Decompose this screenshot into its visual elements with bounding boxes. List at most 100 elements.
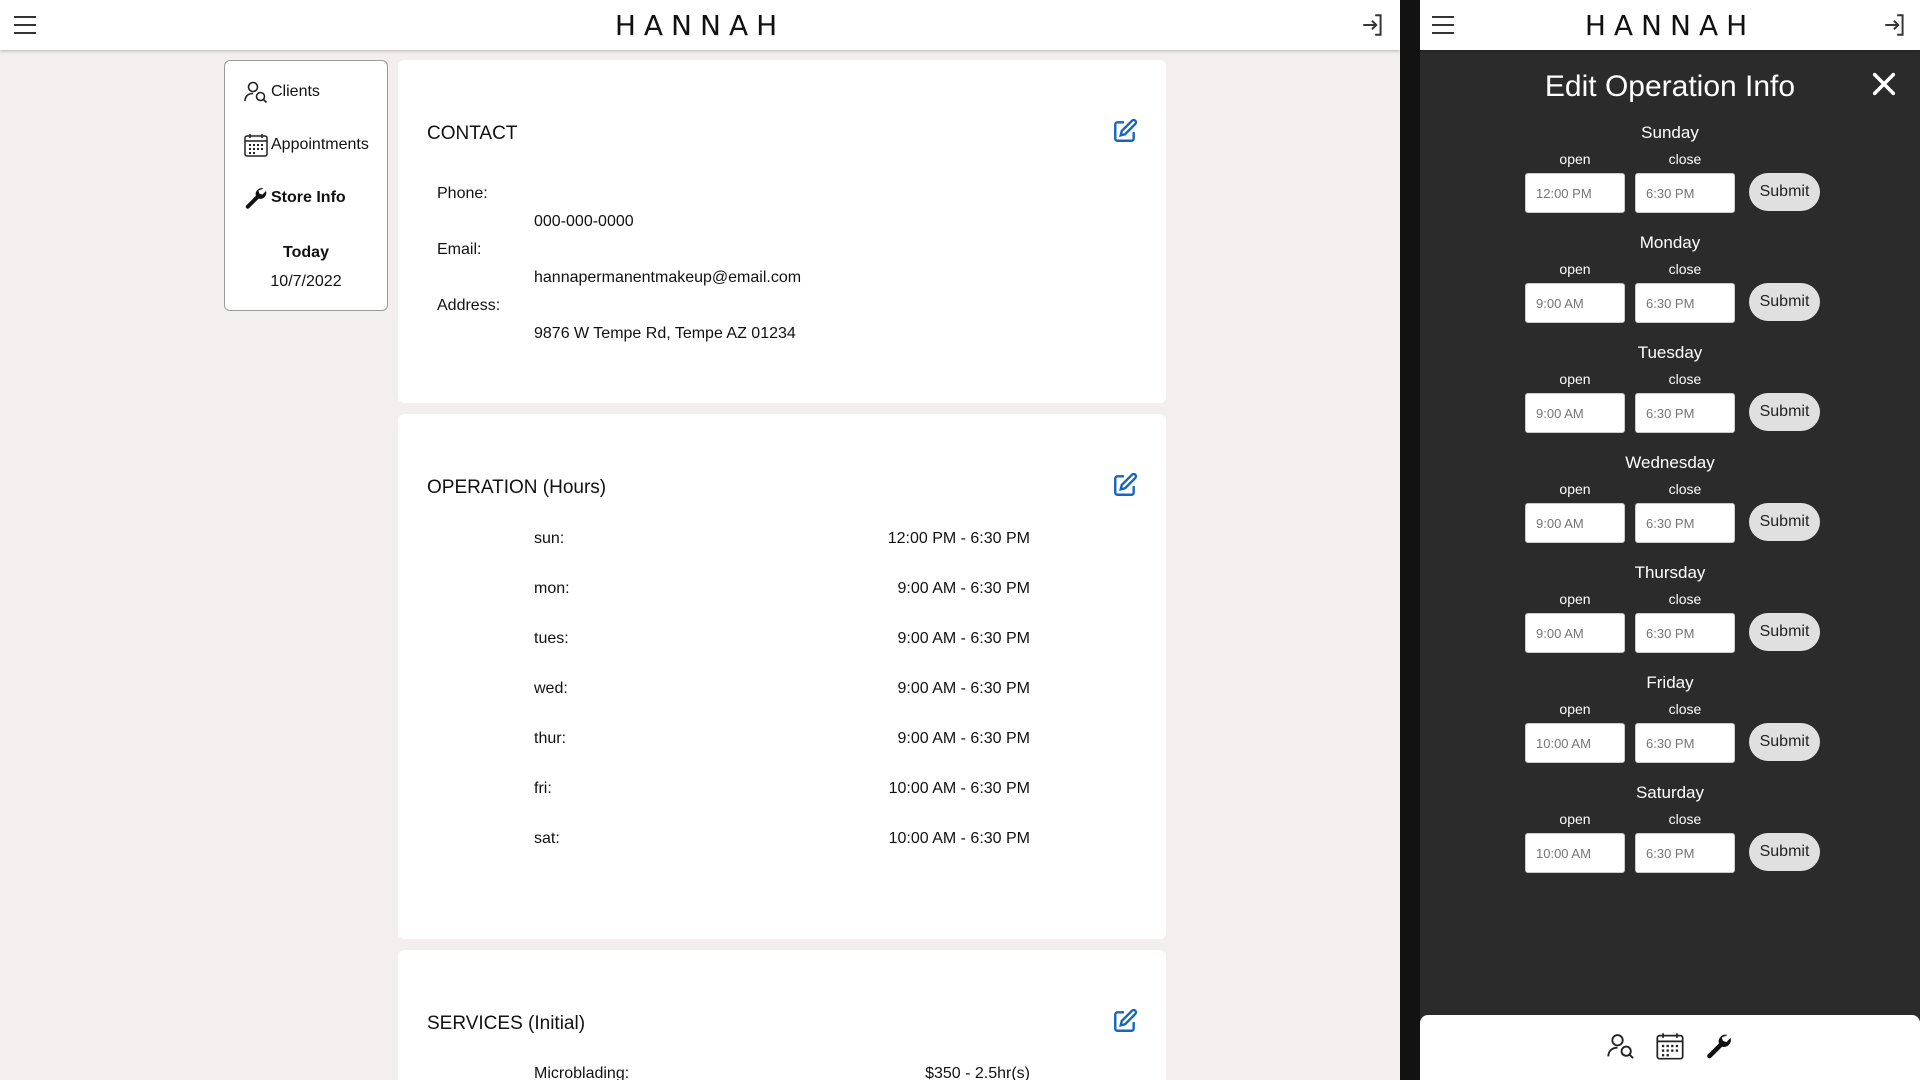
today-label: Today [283,244,329,261]
day-row-tuesday: Tuesday open close Submit [1420,343,1920,453]
sidebar-item-label: Store Info [271,189,346,206]
open-time-input[interactable] [1525,723,1625,763]
email-label: Email: [437,241,482,258]
sidebar-item-clients[interactable]: Clients [243,79,320,105]
submit-button[interactable]: Submit [1749,723,1820,761]
top-app-bar: HANNAH [0,0,1400,50]
close-time-input[interactable] [1635,393,1735,433]
edit-icon[interactable] [1112,472,1138,498]
window-divider [1400,0,1420,1080]
hours-day: tues: [534,630,569,647]
day-name: Saturday [1635,783,1705,802]
close-label: close [1668,591,1702,607]
sidebar-item-appointments[interactable]: Appointments [243,132,369,158]
client-search-icon[interactable] [1606,1031,1636,1061]
day-row-wednesday: Wednesday open close Submit [1420,453,1920,563]
close-label: close [1668,261,1702,277]
sidebar-nav: Clients Appointments Store Info Today 10… [224,60,388,311]
hours-day: wed: [534,680,568,697]
services-title: SERVICES (Initial) [427,1013,586,1034]
close-time-input[interactable] [1635,503,1735,543]
close-time-input[interactable] [1635,613,1735,653]
edit-icon[interactable] [1112,1008,1138,1034]
day-row-friday: Friday open close Submit [1420,673,1920,783]
hours-value: 10:00 AM - 6:30 PM [888,830,1030,847]
submit-button[interactable]: Submit [1749,173,1820,211]
submit-button[interactable]: Submit [1749,283,1820,321]
sidebar-item-label: Clients [271,83,320,100]
hours-value: 10:00 AM - 6:30 PM [888,780,1030,797]
login-icon[interactable] [1360,12,1386,38]
operation-title: OPERATION (Hours) [427,477,607,498]
close-time-input[interactable] [1635,173,1735,213]
close-label: close [1668,151,1702,167]
modal-title: Edit Operation Info [1544,70,1796,103]
close-time-input[interactable] [1635,723,1735,763]
address-value: 9876 W Tempe Rd, Tempe AZ 01234 [534,325,796,342]
service-name: Microblading: [534,1065,630,1080]
menu-icon[interactable] [1432,16,1454,34]
open-label: open [1559,261,1591,277]
hours-value: 9:00 AM - 6:30 PM [897,630,1030,647]
phone-label: Phone: [437,185,488,202]
open-time-input[interactable] [1525,283,1625,323]
client-search-icon [244,81,268,104]
hours-value: 9:00 AM - 6:30 PM [897,680,1030,697]
day-name: Tuesday [1637,343,1703,362]
close-label: close [1668,481,1702,497]
hours-value: 9:00 AM - 6:30 PM [897,730,1030,747]
day-row-thursday: Thursday open close Submit [1420,563,1920,673]
wrench-icon [245,188,267,209]
email-value: hannapermanentmakeup@email.com [534,269,802,286]
hours-day: sat: [534,830,560,847]
calendar-icon [244,134,268,157]
day-name: Sunday [1641,123,1699,142]
brand-logo[interactable]: HANNAH [615,9,785,42]
mobile-window: HANNAH Edit Operation Info Sunday open clo… [1420,0,1920,1080]
submit-button[interactable]: Submit [1749,613,1820,651]
calendar-icon[interactable] [1655,1031,1685,1061]
operation-card: OPERATION (Hours) sun: 12:00 PM - 6:30 P… [398,414,1166,939]
close-label: close [1668,701,1702,717]
open-time-input[interactable] [1525,503,1625,543]
open-time-input[interactable] [1525,613,1625,653]
today-date: 10/7/2022 [270,273,342,290]
address-label: Address: [437,297,501,314]
wrench-icon[interactable] [1704,1031,1734,1061]
sidebar-item-store-info[interactable]: Store Info [243,185,346,211]
open-label: open [1559,701,1591,717]
open-label: open [1559,811,1591,827]
close-label: close [1668,371,1702,387]
open-label: open [1559,371,1591,387]
edit-icon[interactable] [1112,118,1138,144]
service-value: $350 - 2.5hr(s) [925,1065,1030,1080]
close-time-input[interactable] [1635,283,1735,323]
submit-button[interactable]: Submit [1749,393,1820,431]
hours-value: 9:00 AM - 6:30 PM [897,580,1030,597]
close-icon[interactable] [1870,70,1898,98]
submit-button[interactable]: Submit [1749,833,1820,871]
phone-value: 000-000-0000 [534,213,634,230]
open-time-input[interactable] [1525,393,1625,433]
close-time-input[interactable] [1635,833,1735,873]
brand-logo[interactable]: HANNAH [1585,9,1755,42]
day-name: Thursday [1634,563,1706,582]
open-label: open [1559,591,1591,607]
open-label: open [1559,481,1591,497]
day-name: Wednesday [1625,453,1715,472]
login-icon[interactable] [1882,12,1908,38]
services-card: SERVICES (Initial) Microblading: $350 - … [398,950,1166,1080]
hours-day: thur: [534,730,567,747]
desktop-window: HANNAH Clients Appointments Store Info T… [0,0,1400,1080]
day-row-monday: Monday open close Submit [1420,233,1920,343]
day-name: Monday [1639,233,1701,252]
open-time-input[interactable] [1525,173,1625,213]
submit-button[interactable]: Submit [1749,503,1820,541]
top-app-bar: HANNAH [1420,0,1920,50]
menu-icon[interactable] [14,16,36,34]
hours-day: mon: [534,580,570,597]
contact-card: CONTACT Phone: 000-000-0000 Email: hanna… [398,60,1166,403]
open-time-input[interactable] [1525,833,1625,873]
hours-day: fri: [534,780,552,797]
day-row-saturday: Saturday open close Submit [1420,783,1920,893]
